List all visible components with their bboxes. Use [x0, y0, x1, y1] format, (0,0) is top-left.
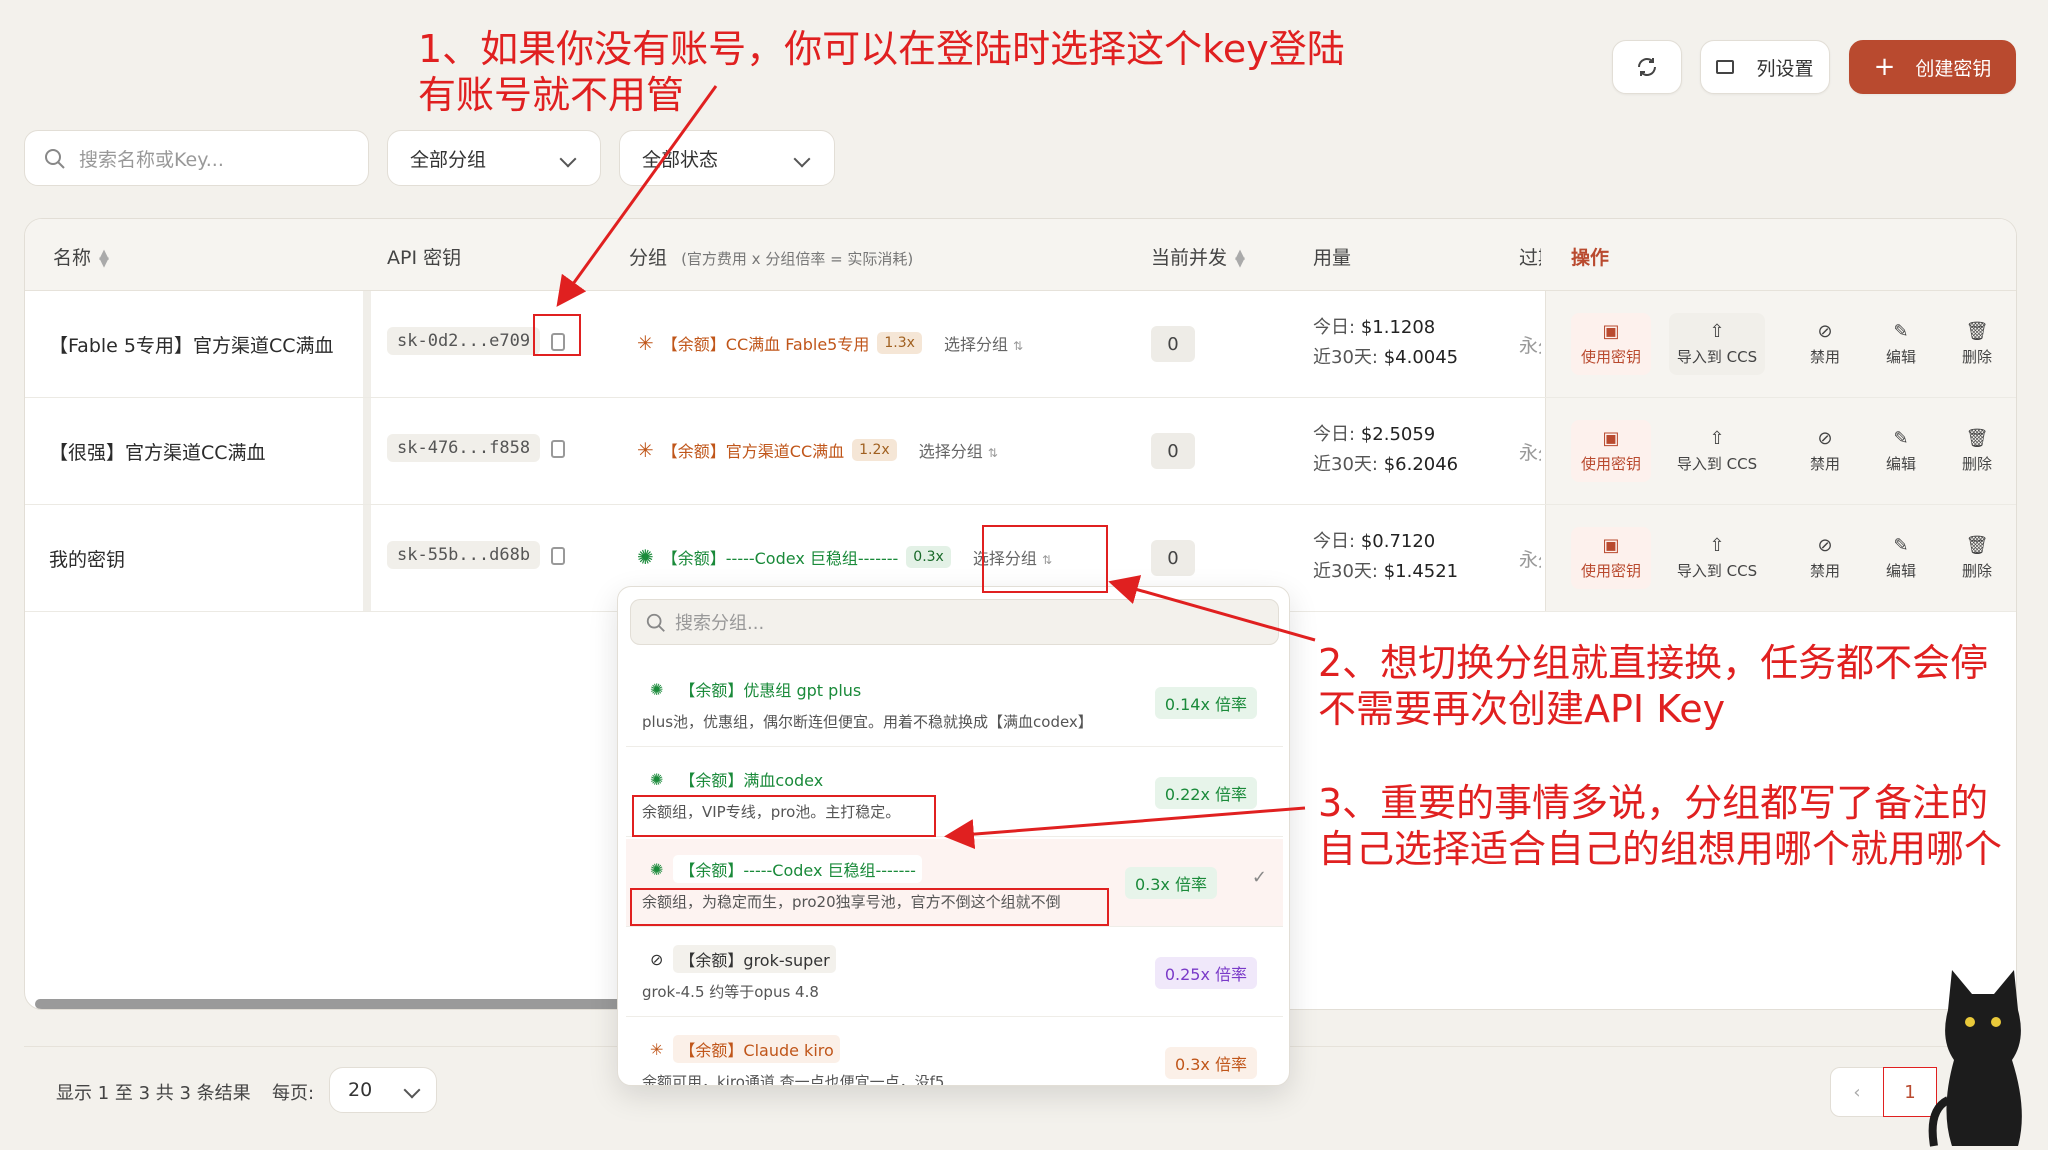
cat-mascot-icon — [1928, 970, 2022, 1147]
annotation-1: 1、如果你没有账号，你可以在登陆时选择这个key登陆 有账号就不用管 — [418, 27, 1345, 117]
annotation-2: 2、想切换分组就直接换，任务都不会停 不需要再次创建API Key — [1318, 641, 1989, 731]
annotation-arrows — [556, 85, 1316, 850]
annotation-3: 3、重要的事情多说，分组都写了备注的 自己选择适合自己的组想用哪个就用哪个 — [1318, 781, 2003, 871]
